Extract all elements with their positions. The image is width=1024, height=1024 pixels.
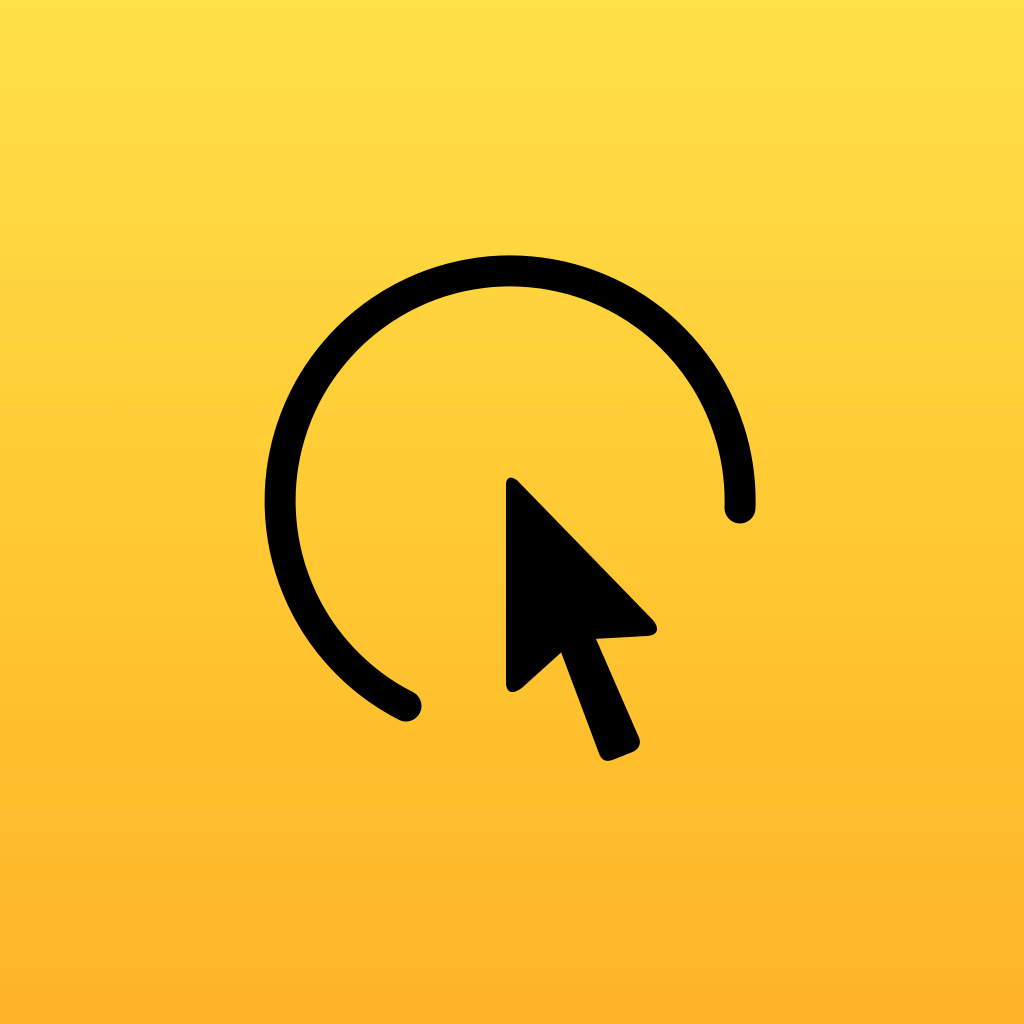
cursor-arrow-icon	[506, 477, 658, 761]
app-icon-background	[0, 0, 1024, 1024]
click-target-icon	[264, 255, 756, 761]
